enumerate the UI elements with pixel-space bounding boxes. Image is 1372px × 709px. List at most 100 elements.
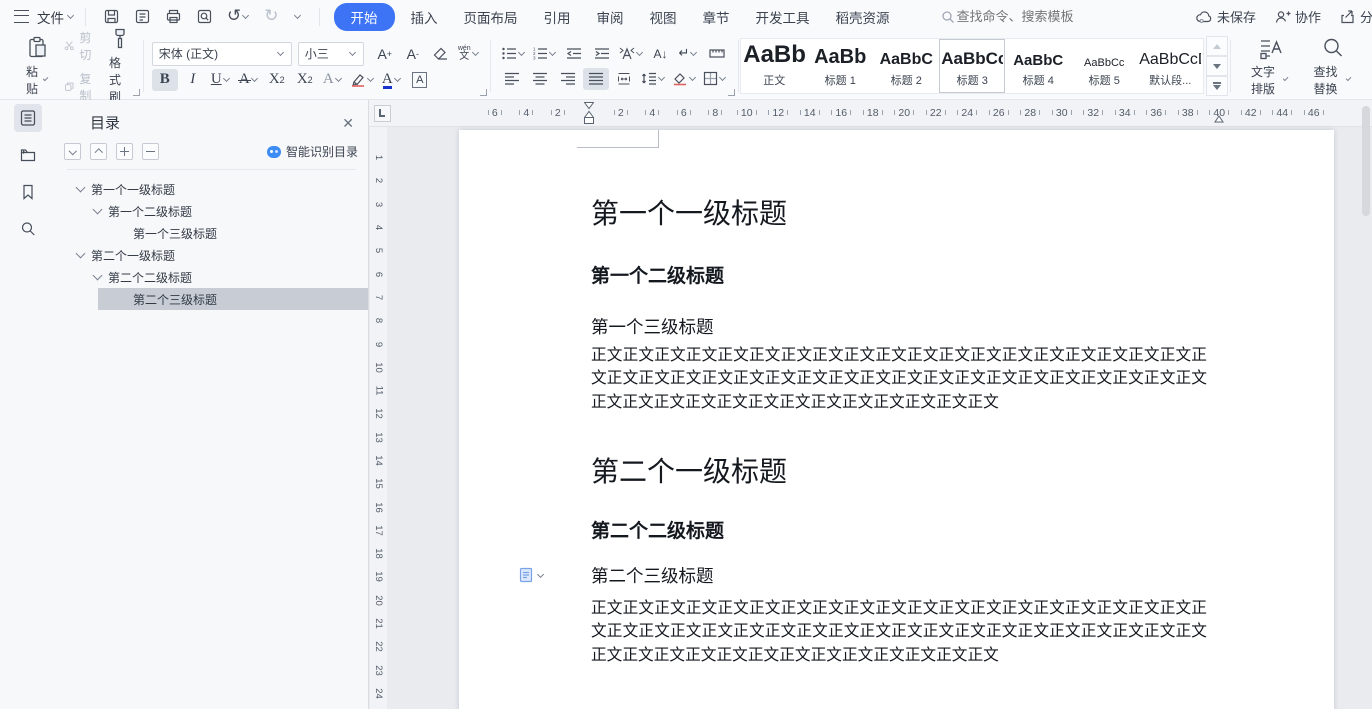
body-paragraph-first[interactable]: 正文正文正文正文正文正文正文正文正文正文正文正文正文正文正文正文正文正文正文正文… [591,344,1207,414]
style-card[interactable]: AaBbCc 标题 5 [1071,39,1137,93]
ribbon-tab[interactable]: 审阅 [584,3,637,31]
chevron-down-icon[interactable] [67,12,74,19]
chapter-navigation-button[interactable] [14,141,42,169]
style-card[interactable]: AaBbCcDd 正文 [741,39,807,93]
toc-item[interactable]: 第二个一级标题 [55,244,368,266]
increase-indent-button[interactable] [589,43,615,65]
save-button[interactable] [103,8,120,25]
styles-more-button[interactable] [1206,76,1228,96]
toc-item[interactable]: 第一个二级标题 [55,200,368,222]
ribbon-tab[interactable]: 开始 [334,3,395,31]
share-button[interactable]: 分享 [1339,7,1372,26]
save-status[interactable]: 未保存 [1195,7,1256,26]
style-card[interactable]: AaBb 标题 1 [807,39,873,93]
style-card[interactable]: AaBbC 标题 2 [873,39,939,93]
font-size-select[interactable]: 小三 [298,42,364,66]
text-direction-button[interactable]: A↓ [648,43,674,65]
format-painter-button[interactable]: 格式刷 [105,25,135,107]
cut-button[interactable]: 剪切 [61,27,99,65]
right-indent-marker[interactable] [1214,113,1224,123]
chevron-down-icon[interactable] [242,12,249,19]
print-button[interactable] [165,8,182,25]
toc-item[interactable]: 第二个二级标题 [55,266,368,288]
underline-button[interactable]: U [208,69,234,91]
document-page[interactable]: 第一个一级标题 第一个二级标题 第一个三级标题 正文正文正文正文正文正文正文正文… [459,130,1334,709]
italic-button[interactable]: I [180,69,206,91]
search-pane-button[interactable] [14,215,42,243]
collapse-prev-button[interactable] [90,143,107,160]
shading-button[interactable] [670,68,699,90]
indent-marker[interactable] [584,101,594,125]
font-color-button[interactable]: A [379,69,405,91]
hamburger-menu-icon[interactable] [14,10,29,23]
heading3-first[interactable]: 第一个三级标题 [591,314,714,339]
toc-item[interactable]: 第二个三级标题 [98,288,368,310]
bookmark-pane-button[interactable] [14,178,42,206]
ribbon-tab[interactable]: 稻壳资源 [823,3,903,31]
borders-button[interactable] [701,68,729,90]
ribbon-tab[interactable]: 插入 [398,3,451,31]
align-left-button[interactable] [499,68,525,90]
undo-button[interactable]: ↺ [227,8,250,25]
ribbon-tab[interactable]: 视图 [637,3,690,31]
wrap-mark-button[interactable]: ↵ [676,43,702,65]
styles-scroll-down-button[interactable] [1206,56,1228,76]
numbered-list-button[interactable]: 123 [530,43,559,65]
justify-button[interactable] [583,68,609,90]
print-preview-button[interactable] [196,8,213,25]
decrease-indent-button[interactable] [561,43,587,65]
paste-button[interactable]: 粘贴 [22,34,53,99]
style-card[interactable]: AaBbC 标题 4 [1005,39,1071,93]
text-effects-button[interactable]: A [320,69,346,91]
line-spacing-button[interactable] [639,68,668,90]
chevron-down-icon[interactable] [76,249,86,259]
pinyin-guide-button[interactable]: wén文 [456,43,482,65]
collaborate-button[interactable]: 协作 [1274,7,1321,26]
ribbon-tab[interactable]: 引用 [531,3,584,31]
distribute-button[interactable] [611,68,637,90]
bold-button[interactable]: B [152,69,178,91]
grow-font-button[interactable]: A+ [372,43,398,65]
tab-stops-button[interactable] [704,43,730,65]
heading2-second[interactable]: 第二个二级标题 [591,516,724,543]
toc-item[interactable]: 第一个三级标题 [55,222,368,244]
align-right-button[interactable] [555,68,581,90]
font-name-select[interactable]: 宋体 (正文) [152,42,292,66]
styles-scroll-up-button[interactable] [1206,36,1228,56]
collapse-all-button[interactable] [142,143,159,160]
expand-next-button[interactable] [64,143,81,160]
style-card[interactable]: AaBbCc 标题 3 [939,39,1005,93]
export-button[interactable] [134,8,151,25]
subscript-button[interactable]: X2 [292,69,318,91]
smart-recognize-toc-button[interactable]: 智能识别目录 [267,143,358,160]
redo-button[interactable]: ↻ [264,8,278,25]
body-paragraph-second[interactable]: 正文正文正文正文正文正文正文正文正文正文正文正文正文正文正文正文正文正文正文正文… [591,597,1207,667]
heading1-second[interactable]: 第二个一级标题 [591,450,787,490]
ribbon-tab[interactable]: 章节 [690,3,743,31]
shrink-font-button[interactable]: A- [400,43,426,65]
quickbar-more-button[interactable] [293,13,302,20]
tab-selector[interactable] [374,105,391,122]
vertical-scrollbar-thumb[interactable] [1362,106,1370,216]
bullet-list-button[interactable] [499,43,528,65]
heading1-first[interactable]: 第一个一级标题 [591,192,787,232]
heading2-first[interactable]: 第一个二级标题 [591,261,724,288]
ribbon-tab[interactable]: 开发工具 [743,3,823,31]
character-border-button[interactable]: A [407,69,433,91]
close-toc-button[interactable]: ✕ [342,116,354,130]
text-layout-button[interactable]: 文字排版 [1247,34,1294,99]
toc-item[interactable]: 第一个一级标题 [55,178,368,200]
superscript-button[interactable]: X2 [264,69,290,91]
chevron-down-icon[interactable] [93,205,103,215]
heading3-second[interactable]: 第二个三级标题 [591,563,714,588]
paragraph-style-gadget[interactable] [519,567,545,583]
chevron-down-icon[interactable] [76,183,86,193]
style-card[interactable]: AaBbCcDd 默认段... [1137,39,1203,93]
search-input[interactable] [955,8,1109,25]
toc-pane-button[interactable] [14,104,42,132]
command-search[interactable] [941,8,1109,25]
character-scale-button[interactable] [617,43,646,65]
highlight-button[interactable] [348,69,377,91]
strikethrough-button[interactable]: A [236,69,262,91]
align-center-button[interactable] [527,68,553,90]
